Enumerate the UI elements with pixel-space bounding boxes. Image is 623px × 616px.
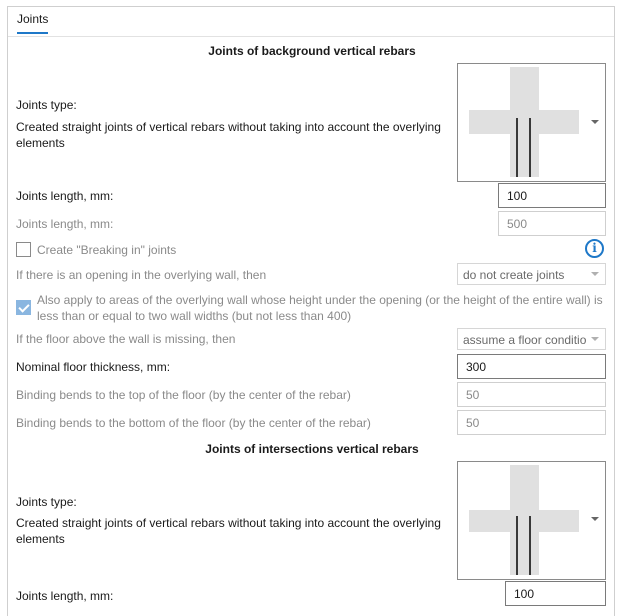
bend-bottom-input[interactable]: 50 — [457, 410, 606, 435]
joints-type-value: Created straight joints of vertical reba… — [16, 120, 441, 150]
chevron-down-icon — [591, 337, 599, 341]
intersections-joints-type-value: Created straight joints of vertical reba… — [16, 516, 441, 546]
joints-type-preview-image — [469, 67, 579, 177]
joints-length-input[interactable]: 100 — [498, 183, 606, 208]
joints-length-label: Joints length, mm: — [16, 189, 114, 203]
chevron-down-icon — [591, 272, 599, 276]
joints-panel: Joints Joints of background vertical reb… — [7, 6, 615, 616]
intersections-joints-type-preview-image — [469, 465, 579, 575]
opening-select[interactable]: do not create joints — [457, 263, 606, 285]
breaking-in-label: Create "Breaking in" joints — [37, 243, 177, 257]
nominal-thickness-label: Nominal floor thickness, mm: — [16, 360, 171, 374]
intersections-joints-length-label: Joints length, mm: — [16, 589, 114, 603]
breaking-in-checkbox[interactable] — [16, 242, 31, 257]
nominal-thickness-input[interactable]: 300 — [457, 354, 606, 379]
floor-missing-select-value: assume a floor condition — [463, 333, 587, 347]
section-title-intersections: Joints of intersections vertical rebars — [205, 442, 419, 456]
bend-top-label: Binding bends to the top of the floor (b… — [16, 388, 351, 402]
tab-divider — [8, 36, 614, 37]
chevron-down-icon[interactable] — [591, 120, 599, 124]
floor-missing-select[interactable]: assume a floor condition — [457, 328, 606, 350]
chevron-down-icon[interactable] — [591, 517, 599, 521]
joints-type-picker[interactable] — [457, 63, 606, 182]
bend-top-input[interactable]: 50 — [457, 382, 606, 407]
floor-missing-label: If the floor above the wall is missing, … — [16, 332, 236, 346]
intersections-joints-type-picker[interactable] — [457, 461, 606, 580]
also-apply-checkbox[interactable] — [16, 300, 31, 315]
tab-joints[interactable]: Joints — [17, 12, 49, 34]
joints-type-label: Joints type: — [16, 98, 77, 112]
joints-length2-label: Joints length, mm: — [16, 217, 114, 231]
section-title-background: Joints of background vertical rebars — [208, 44, 416, 58]
intersections-joints-length-input[interactable]: 100 — [505, 581, 606, 606]
info-icon[interactable]: i — [585, 239, 604, 258]
opening-label: If there is an opening in the overlying … — [16, 268, 267, 282]
joints-length2-input[interactable]: 500 — [498, 211, 606, 236]
opening-select-value: do not create joints — [463, 268, 565, 282]
bend-bottom-label: Binding bends to the bottom of the floor… — [16, 416, 371, 430]
intersections-joints-type-label: Joints type: — [16, 495, 77, 509]
also-apply-label: Also apply to areas of the overlying wal… — [37, 293, 603, 323]
